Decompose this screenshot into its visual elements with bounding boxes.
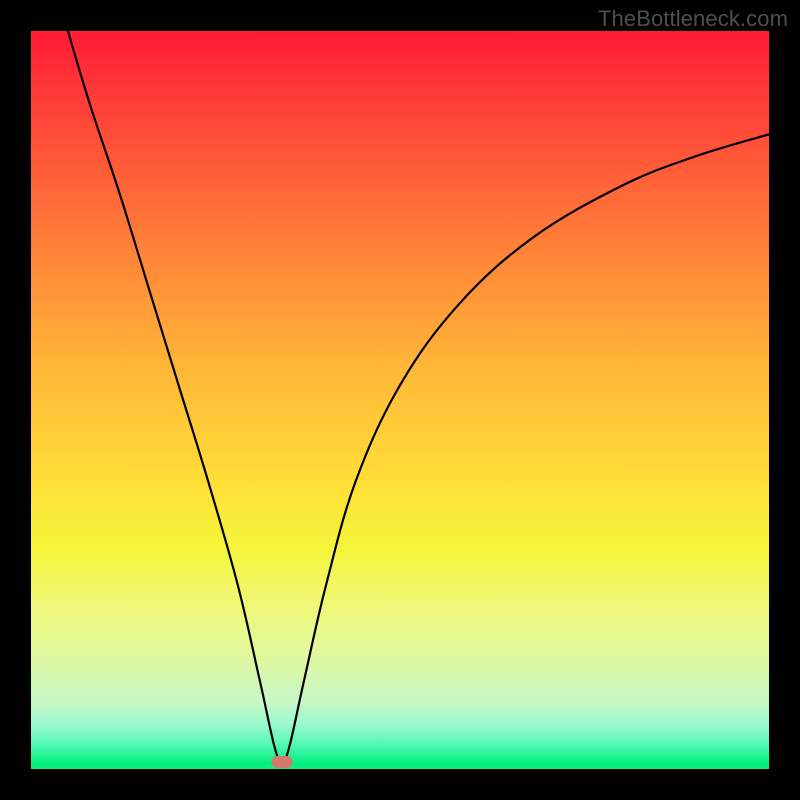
minimum-marker (271, 756, 292, 768)
chart-container: TheBottleneck.com (0, 0, 800, 800)
curve-svg (31, 31, 769, 769)
plot-area (31, 31, 769, 769)
watermark-text: TheBottleneck.com (598, 6, 788, 32)
bottleneck-curve-path (68, 31, 769, 762)
